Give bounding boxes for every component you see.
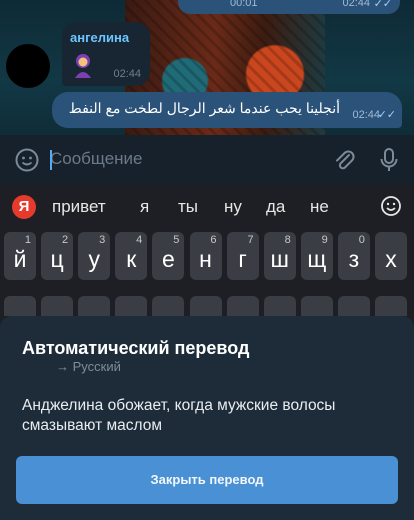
keyboard-key[interactable] [189,296,222,316]
key-з[interactable]: з0 [337,232,370,280]
chat-area[interactable]: 00:01 02:44 ✓✓ ангелина 02:44 أنجلينا يح… [0,0,414,135]
suggestion-word[interactable]: привет [52,197,106,217]
key-label: у [88,246,100,272]
woman-emoji-icon [75,54,91,78]
translated-text: Анджелина обожает, когда мужские волосы … [22,397,336,434]
message-time: 00:01 [230,0,258,9]
message-sender[interactable]: ангелина [70,30,129,45]
close-translation-button[interactable]: Закрыть перевод [16,456,398,504]
key-х[interactable]: х [375,232,407,280]
suggestion-word[interactable]: не [310,197,329,217]
sheet-title: Автоматический перевод [22,338,250,358]
key-н[interactable]: н6 [189,232,222,280]
suggestion-word[interactable]: ты [178,197,198,217]
emoji-icon[interactable] [14,147,40,173]
message-bubble-outgoing[interactable]: أنجلينا يحب عندما شعر الرجال لطخت مع الن… [52,92,402,128]
key-label: й [13,246,27,272]
composer-bar: Сообщение [0,135,414,185]
keyboard-key[interactable] [226,296,259,316]
key-у[interactable]: у3 [78,232,111,280]
keyboard-key[interactable] [263,296,296,316]
keyboard-key[interactable] [337,296,370,316]
translation-sheet: Автоматический перевод → Русский Анджели… [0,316,414,520]
keyboard-key[interactable] [115,296,148,316]
keyboard-key[interactable] [78,296,111,316]
key-г[interactable]: г7 [226,232,259,280]
key-label: х [385,246,397,272]
key-ш[interactable]: ш8 [263,232,296,280]
attach-icon[interactable] [332,147,356,173]
message-input[interactable]: Сообщение [50,149,300,171]
message-time: 02:44 [113,68,141,80]
key-й[interactable]: й1 [4,232,36,280]
keyboard-key[interactable] [4,296,36,316]
keyboard-key[interactable] [41,296,74,316]
message-bubble-outgoing-previous[interactable]: 00:01 02:44 ✓✓ [178,0,400,14]
key-hint: 2 [61,234,69,246]
text-cursor [50,150,52,170]
key-hint: 8 [284,234,291,246]
key-щ[interactable]: щ9 [300,232,333,280]
microphone-icon[interactable] [378,147,400,173]
message-time: 02:44 [352,109,380,121]
key-label: г [238,246,247,272]
message-text: أنجلينا يحب عندما شعر الرجال لطخت مع الن… [68,100,340,116]
key-е[interactable]: е5 [152,232,185,280]
key-к[interactable]: к4 [115,232,148,280]
key-hint: 1 [24,234,31,246]
key-hint: 5 [173,234,180,246]
target-language[interactable]: → Русский [56,359,121,374]
key-hint: 3 [99,234,106,246]
suggestion-word[interactable]: ну [224,197,242,217]
key-label: ш [270,246,289,272]
yandex-logo[interactable]: Я [12,195,36,219]
double-check-icon: ✓✓ [377,109,396,121]
key-hint: 6 [210,234,217,246]
key-hint: 4 [136,234,143,246]
smiley-icon[interactable] [380,195,402,217]
keyboard-suggestion-bar: Я привет я ты ну да не [0,185,414,229]
key-ц[interactable]: ц2 [41,232,74,280]
key-label: щ [307,246,327,272]
keyboard-key[interactable] [152,296,185,316]
key-label: е [161,246,175,272]
suggestion-word[interactable]: да [266,197,285,217]
keyboard-key[interactable] [375,296,407,316]
key-hint: 9 [321,234,328,246]
key-label: к [126,246,137,272]
key-hint: 7 [247,234,254,246]
key-label: з [348,246,360,272]
message-time: 02:44 [342,0,370,9]
keyboard-key[interactable] [300,296,333,316]
key-label: н [199,246,212,272]
message-bubble-incoming[interactable]: ангелина 02:44 [62,22,150,86]
key-label: ц [50,246,64,272]
key-hint: 0 [358,234,365,246]
suggestion-word[interactable]: я [140,197,149,217]
avatar[interactable] [6,44,50,88]
double-check-icon: ✓✓ [373,0,392,10]
